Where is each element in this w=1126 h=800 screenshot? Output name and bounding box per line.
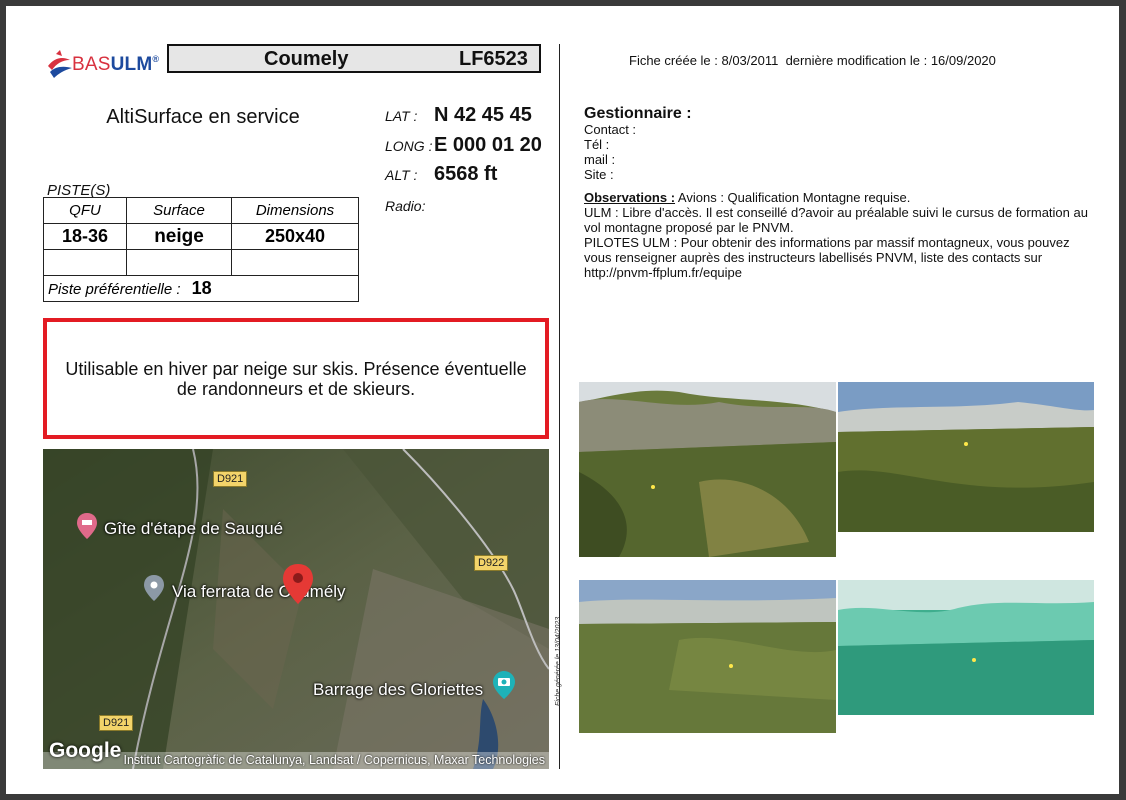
dimensions-value: 250x40 (231, 223, 359, 250)
alt-value: 6568 ft (434, 163, 498, 185)
gestionnaire-title: Gestionnaire : (584, 105, 692, 122)
observations-pilotes: PILOTES ULM : Pour obtenir des informati… (584, 235, 1070, 280)
terrain-view-1 (579, 382, 836, 557)
pref-value: 18 (191, 278, 212, 298)
terrain-view-2 (838, 382, 1094, 532)
long-value: E 000 01 20 (434, 134, 542, 156)
site-label: Site : (584, 167, 614, 182)
notice-text: Utilisable en hiver par neige sur skis. … (65, 358, 527, 399)
tel-label: Tél : (584, 137, 610, 152)
logo-text-bas: BAS (72, 54, 111, 75)
terrain-view-3 (579, 580, 836, 733)
logo-registered-mark: ® (152, 54, 160, 64)
pref-label: Piste préférentielle : (48, 281, 181, 298)
google-logo: Google (49, 739, 122, 762)
lodging-pin-icon[interactable] (77, 513, 97, 539)
lat-label: LAT : (385, 108, 418, 124)
terrain-view-2-image (838, 382, 1094, 532)
place-label-barrage[interactable]: Barrage des Gloriettes (313, 680, 483, 700)
title-box: Coumely LF6523 (167, 44, 541, 73)
location-marker-icon[interactable] (283, 564, 313, 604)
place-label-gite[interactable]: Gîte d'étape de Saugué (104, 519, 283, 539)
road-label-d921-north: D921 (213, 471, 248, 487)
qfu-value: 18-36 (43, 223, 127, 250)
logo-wing-icon (48, 50, 72, 78)
sheet-dates: Fiche créée le : 8/03/2011 dernière modi… (629, 53, 996, 68)
observations-avions: Avions : Qualification Montagne requise. (675, 190, 911, 205)
lat-value: N 42 45 45 (434, 104, 532, 126)
observations-label: Observations : (584, 190, 676, 205)
observations-ulm: ULM : Libre d'accès. Il est conseillé d?… (584, 205, 1088, 235)
airfield-sheet: BASULM® Coumely LF6523 AltiSurface en se… (6, 6, 1119, 794)
generated-note: Fiche générée le 13/04/2023 (555, 616, 562, 706)
alt-label: ALT : (385, 167, 418, 183)
contact-label: Contact : (584, 122, 637, 137)
poi-pin-icon[interactable] (144, 575, 164, 601)
dimensions-header: Dimensions (231, 197, 359, 224)
long-label: LONG : (385, 138, 433, 154)
surface-header: Surface (126, 197, 232, 224)
basulm-logo: BASULM® (44, 44, 164, 90)
piste-table: QFU Surface Dimensions 18-36 neige 250x4… (43, 197, 359, 302)
road-label-d921-south: D921 (99, 715, 134, 731)
radio-label: Radio: (385, 198, 426, 214)
piste-header-row: QFU Surface Dimensions (43, 197, 359, 224)
qfu-header: QFU (43, 197, 127, 224)
status-text: AltiSurface en service (106, 106, 300, 128)
terrain-view-4 (838, 580, 1094, 715)
terrain-view-3-image (579, 580, 836, 733)
piste-pref-row: Piste préférentielle : 18 (43, 275, 359, 302)
camera-pin-icon[interactable] (493, 671, 515, 699)
airfield-code: LF6523 (459, 48, 528, 70)
surface-value: neige (126, 223, 232, 250)
piste-row: 18-36 neige 250x40 (43, 223, 359, 250)
satellite-map[interactable]: D921 D922 D921 Gîte d'étape de Saugué Vi… (43, 449, 549, 769)
terrain-view-1-image (579, 382, 836, 557)
observations-block: Observations : Avions : Qualification Mo… (584, 190, 1089, 280)
piste-empty-row (43, 249, 359, 276)
place-label-via-ferrata[interactable]: Via ferrata de Coumély (172, 582, 346, 602)
road-label-d922: D922 (474, 555, 509, 571)
airfield-name: Coumely (264, 48, 349, 70)
mail-label: mail : (584, 152, 616, 167)
terrain-view-4-image (838, 580, 1094, 715)
logo-text-ulm: ULM (110, 54, 153, 75)
notice-box: Utilisable en hiver par neige sur skis. … (43, 318, 549, 439)
